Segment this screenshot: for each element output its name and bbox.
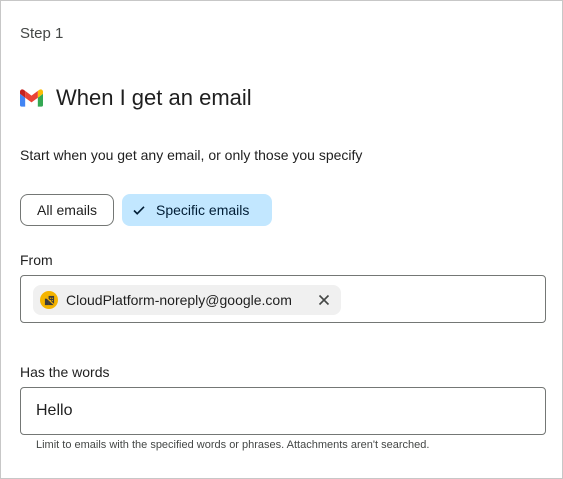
gmail-icon xyxy=(20,89,43,107)
has-words-input[interactable] xyxy=(20,387,546,435)
specific-emails-chip[interactable]: Specific emails xyxy=(122,194,272,226)
all-emails-label: All emails xyxy=(37,202,97,218)
from-label: From xyxy=(20,252,53,268)
has-words-label: Has the words xyxy=(20,364,110,380)
has-words-hint: Limit to emails with the specified words… xyxy=(36,439,430,451)
step-card: Step 1 When I get an email Start when yo… xyxy=(0,0,563,479)
domain-icon xyxy=(43,294,55,306)
specific-emails-label: Specific emails xyxy=(156,202,250,218)
trigger-description: Start when you get any email, or only th… xyxy=(20,147,363,163)
close-icon[interactable] xyxy=(317,293,331,307)
sender-chip[interactable]: CloudPlatform-noreply@google.com xyxy=(33,285,341,315)
from-field[interactable]: CloudPlatform-noreply@google.com xyxy=(20,275,546,323)
trigger-header: When I get an email xyxy=(20,85,252,111)
sender-avatar xyxy=(40,291,58,309)
check-icon xyxy=(133,206,145,215)
step-label: Step 1 xyxy=(20,25,64,42)
all-emails-chip[interactable]: All emails xyxy=(20,194,114,226)
trigger-title: When I get an email xyxy=(56,85,252,110)
sender-email: CloudPlatform-noreply@google.com xyxy=(66,292,292,308)
